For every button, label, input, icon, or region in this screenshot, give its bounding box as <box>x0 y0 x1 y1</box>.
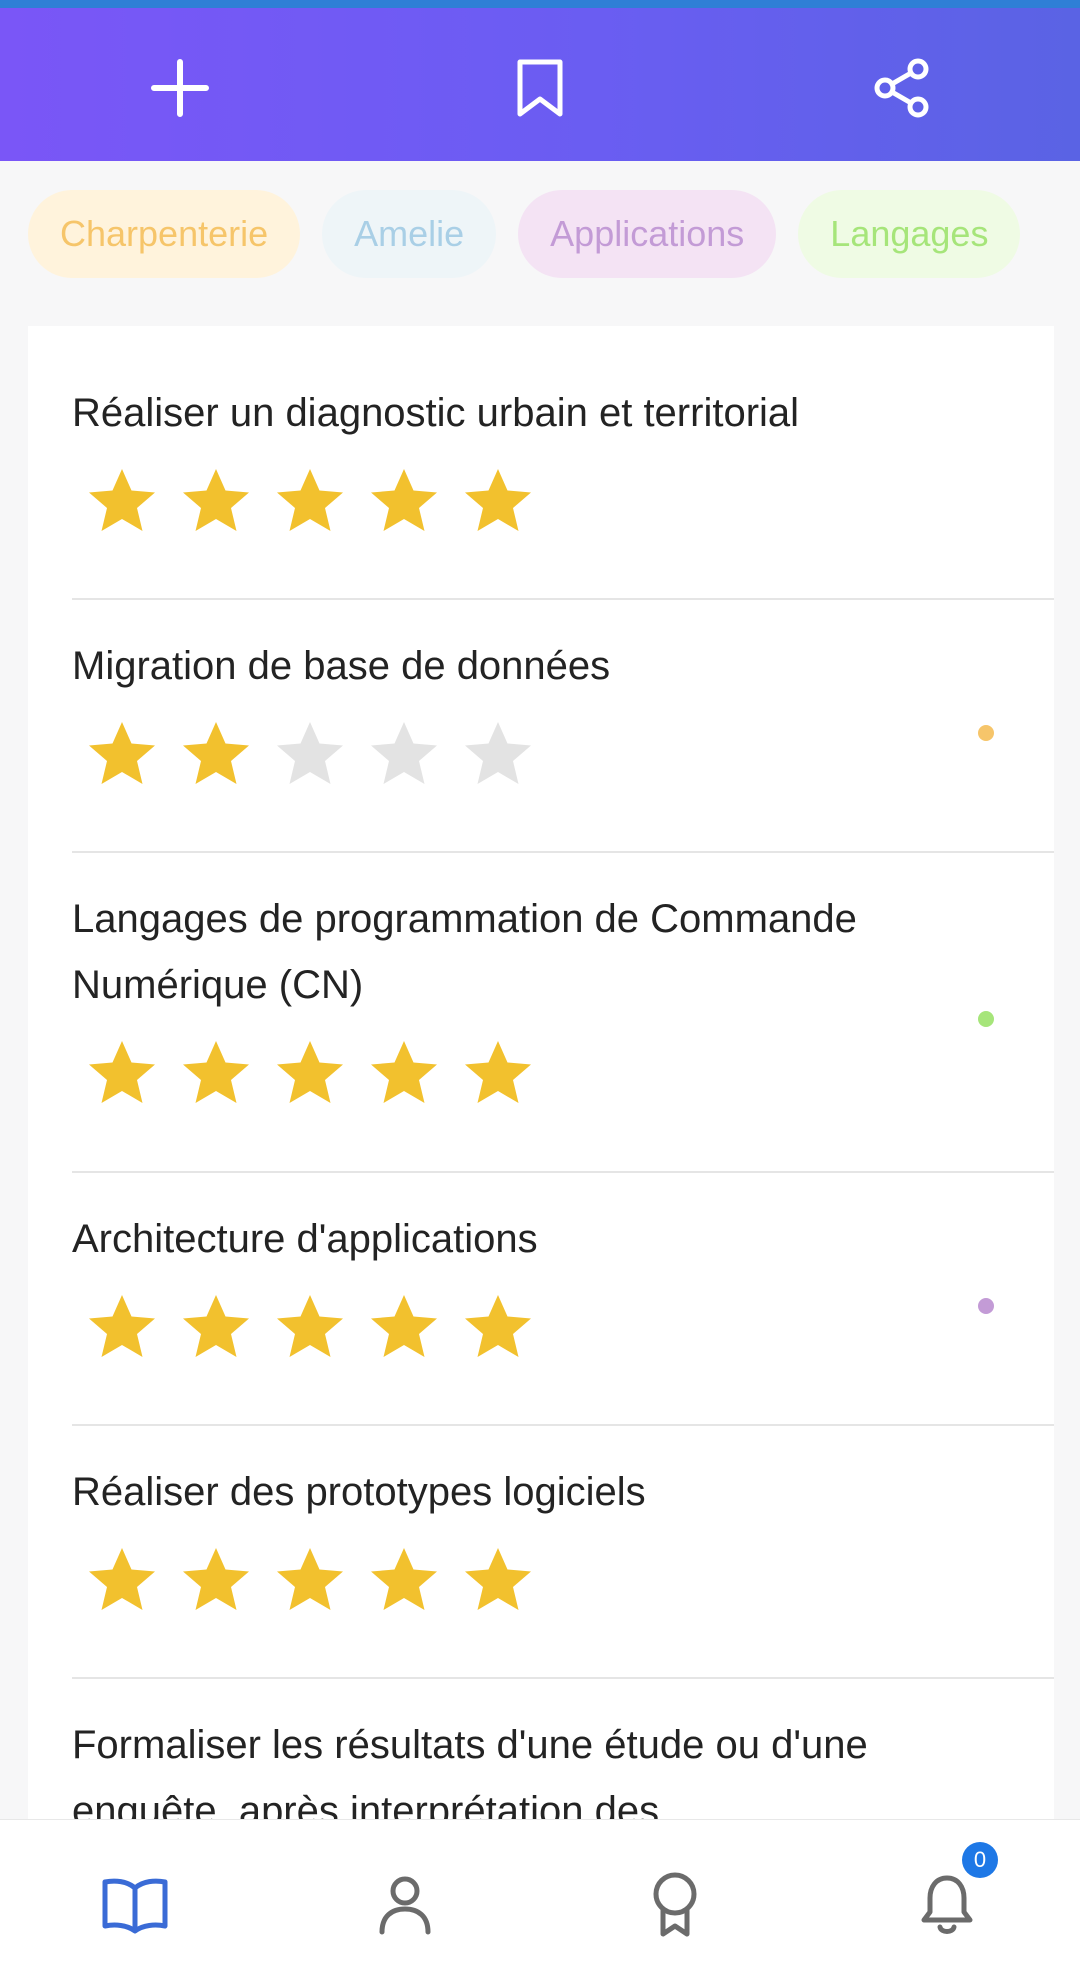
book-icon <box>102 1878 168 1934</box>
share-button[interactable] <box>862 48 942 128</box>
bell-icon <box>921 1875 973 1934</box>
star-filled-icon <box>183 1041 249 1103</box>
star-filled-icon <box>465 1548 531 1610</box>
skill-item[interactable]: Langages de programmation de Commande Nu… <box>72 886 1054 1118</box>
star-empty-icon <box>371 722 437 784</box>
nav-profile[interactable] <box>360 1860 450 1950</box>
chip-langages[interactable]: Langages <box>798 190 1021 278</box>
star-filled-icon <box>371 469 437 531</box>
star-filled-icon <box>371 1295 437 1357</box>
skill-title: Formaliser les résultats d'une étude ou … <box>72 1723 868 1819</box>
star-filled-icon <box>183 469 249 531</box>
divider <box>72 1424 1054 1426</box>
notification-badge: 0 <box>962 1842 998 1878</box>
star-filled-icon <box>277 1295 343 1357</box>
star-rating <box>72 1545 1054 1625</box>
skill-title: Réaliser un diagnostic urbain et territo… <box>72 391 800 435</box>
skill-item[interactable]: Réaliser des prototypes logiciels <box>72 1459 1054 1625</box>
bottom-navigation: 0 <box>0 1819 1080 1971</box>
star-filled-icon <box>89 722 155 784</box>
bookmark-button[interactable] <box>500 48 580 128</box>
star-filled-icon <box>277 1041 343 1103</box>
skill-title: Langages de programmation de Commande Nu… <box>72 897 857 1007</box>
star-rating <box>72 719 1054 799</box>
star-filled-icon <box>89 1548 155 1610</box>
bookmark-icon <box>517 59 563 117</box>
star-rating <box>72 466 1054 546</box>
star-filled-icon <box>465 1041 531 1103</box>
divider <box>72 1171 1054 1173</box>
app-bar <box>0 8 1080 161</box>
divider <box>72 598 1054 600</box>
star-rating <box>72 1292 1054 1372</box>
star-filled-icon <box>277 1548 343 1610</box>
star-rating <box>72 1038 1054 1118</box>
star-filled-icon <box>89 1041 155 1103</box>
star-filled-icon <box>465 1295 531 1357</box>
user-icon <box>379 1876 431 1935</box>
star-empty-icon <box>465 722 531 784</box>
star-filled-icon <box>183 1295 249 1357</box>
skill-title: Architecture d'applications <box>72 1217 538 1261</box>
star-filled-icon <box>89 1295 155 1357</box>
category-dot <box>978 1011 994 1027</box>
skills-list: Réaliser un diagnostic urbain et territo… <box>28 326 1054 1819</box>
star-filled-icon <box>371 1041 437 1103</box>
add-button[interactable] <box>140 48 220 128</box>
chip-applications[interactable]: Applications <box>518 190 777 278</box>
skill-title: Migration de base de données <box>72 644 611 688</box>
plus-icon <box>151 59 209 117</box>
star-filled-icon <box>183 1548 249 1610</box>
star-filled-icon <box>465 469 531 531</box>
status-strip <box>0 0 1080 8</box>
skill-item[interactable]: Architecture d'applications <box>72 1206 1054 1372</box>
badge-icon <box>653 1872 697 1937</box>
star-empty-icon <box>277 722 343 784</box>
star-filled-icon <box>183 722 249 784</box>
chip-amelie[interactable]: Amelie <box>322 190 497 278</box>
divider <box>72 851 1054 853</box>
star-filled-icon <box>89 469 155 531</box>
skill-item[interactable]: Formaliser les résultats d'une étude ou … <box>72 1712 1054 1819</box>
chip-charpenterie[interactable]: Charpenterie <box>28 190 301 278</box>
star-filled-icon <box>277 469 343 531</box>
category-dot <box>978 1298 994 1314</box>
divider <box>72 1677 1054 1679</box>
skill-item[interactable]: Migration de base de données <box>72 633 1054 799</box>
skill-item[interactable]: Réaliser un diagnostic urbain et territo… <box>72 380 1054 546</box>
star-filled-icon <box>371 1548 437 1610</box>
category-chips: Charpenterie Amelie Applications Langages <box>28 190 1054 300</box>
nav-skills[interactable] <box>90 1860 180 1950</box>
share-icon <box>874 58 929 118</box>
category-dot <box>978 725 994 741</box>
nav-achievements[interactable] <box>630 1860 720 1950</box>
skill-title: Réaliser des prototypes logiciels <box>72 1470 646 1514</box>
